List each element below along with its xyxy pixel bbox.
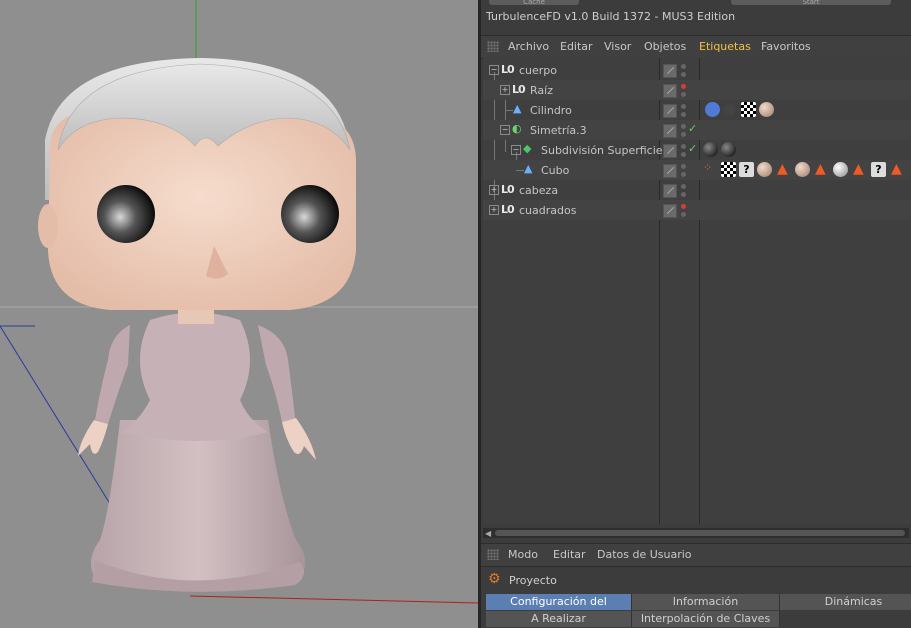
enabled-check-icon[interactable]: ✓	[688, 142, 697, 155]
list-item[interactable]: ▲ Cubo ⁘ ? ▲ ▲ ▲ ? ▲	[483, 160, 911, 180]
menu-editar-attr[interactable]: Editar	[553, 548, 586, 561]
tab-a-realizar[interactable]: A Realizar	[486, 611, 632, 627]
horizontal-scrollbar[interactable]: ◀	[483, 528, 909, 538]
editor-visibility-dot[interactable]	[681, 84, 686, 89]
null-icon: L0	[501, 203, 515, 216]
tab-dinamicas[interactable]: Dinámicas	[780, 594, 911, 610]
list-item[interactable]: − L0 cuerpo	[483, 60, 911, 80]
top-button-strip: Cache Start	[481, 0, 911, 7]
cache-button[interactable]: Cache	[489, 0, 579, 5]
grip-icon[interactable]	[487, 549, 499, 560]
material-tag-icon[interactable]	[795, 162, 810, 177]
list-item[interactable]: ▲ Cilindro	[483, 100, 911, 120]
grip-icon[interactable]	[487, 41, 499, 52]
attribute-menubar: Modo Editar Datos de Usuario	[481, 543, 911, 567]
left-eye	[97, 185, 155, 243]
render-visibility-dot[interactable]	[681, 92, 686, 97]
scroll-left-icon[interactable]: ◀	[485, 529, 491, 538]
list-item[interactable]: + L0 Raíz	[483, 80, 911, 100]
right-eye	[281, 185, 339, 243]
selection-tag-icon[interactable]: ▲	[853, 161, 864, 177]
expand-icon[interactable]: +	[489, 185, 499, 195]
material-tag-icon[interactable]	[757, 162, 772, 177]
object-name: cabeza	[519, 184, 559, 197]
object-name: Cilindro	[530, 104, 572, 117]
object-name: Subdivisión Superficie	[541, 144, 663, 157]
right-panel: Cache Start TurbulenceFD v1.0 Build 1372…	[481, 0, 911, 628]
plugin-title: TurbulenceFD v1.0 Build 1372 - MUS3 Edit…	[486, 10, 736, 23]
object-name: Cubo	[541, 164, 570, 177]
menu-etiquetas[interactable]: Etiquetas	[699, 40, 751, 53]
attr-title: Proyecto	[509, 574, 557, 587]
layer-toggle[interactable]	[663, 204, 677, 218]
enabled-check-icon[interactable]: ✓	[688, 122, 697, 135]
object-name: cuadrados	[519, 204, 577, 217]
layer-toggle[interactable]	[663, 144, 677, 158]
render-visibility-dot[interactable]	[681, 72, 686, 77]
tab-informacion[interactable]: Información	[632, 594, 780, 610]
figure-render	[0, 0, 478, 604]
layer-toggle[interactable]	[663, 124, 677, 138]
polygon-icon: ▲	[524, 162, 533, 175]
layer-toggle[interactable]	[663, 184, 677, 198]
texture-tag-icon[interactable]	[721, 162, 736, 177]
tab-interpolacion-claves[interactable]: Interpolación de Claves	[632, 611, 780, 627]
layer-toggle[interactable]	[663, 104, 677, 118]
viewport-3d[interactable]	[0, 0, 478, 628]
material-tag-icon[interactable]	[759, 102, 774, 117]
null-icon: L0	[501, 63, 515, 76]
list-item[interactable]: + L0 cabeza	[483, 180, 911, 200]
list-item[interactable]: + L0 cuadrados	[483, 200, 911, 220]
expand-icon[interactable]: +	[500, 85, 510, 95]
material-tag-icon[interactable]	[833, 162, 848, 177]
attribute-manager: Modo Editar Datos de Usuario ⚙ Proyecto …	[481, 543, 911, 628]
menu-editar[interactable]: Editar	[560, 40, 593, 53]
selection-tag-icon[interactable]: ▲	[815, 161, 826, 177]
collapse-icon[interactable]: −	[500, 125, 510, 135]
layer-toggle[interactable]	[663, 84, 677, 98]
object-name: Simetría.3	[530, 124, 587, 137]
menu-datos-usuario[interactable]: Datos de Usuario	[597, 548, 692, 561]
list-item[interactable]: − ◆ Subdivisión Superficie ✓	[483, 140, 911, 160]
object-manager-menubar: Archivo Editar Visor Objetos Etiquetas F…	[481, 35, 911, 59]
vertex-map-icon[interactable]: ⁘	[703, 161, 712, 174]
unknown-tag-icon[interactable]: ?	[871, 162, 886, 177]
selection-tag-icon[interactable]: ▲	[891, 161, 902, 177]
polygon-icon: ▲	[513, 102, 522, 115]
material-tag-icon[interactable]	[703, 142, 718, 157]
scroll-thumb[interactable]	[495, 530, 905, 536]
null-icon: L0	[512, 83, 526, 96]
unknown-tag-icon[interactable]: ?	[739, 162, 754, 177]
menu-objetos[interactable]: Objetos	[644, 40, 686, 53]
menu-visor[interactable]: Visor	[604, 40, 631, 53]
object-name: Raíz	[530, 84, 553, 97]
null-icon: L0	[501, 183, 515, 196]
list-item[interactable]: − ◐ Simetría.3 ✓	[483, 120, 911, 140]
symmetry-icon: ◐	[512, 122, 522, 135]
collapse-icon[interactable]: −	[489, 65, 499, 75]
x-axis-line	[189, 595, 478, 604]
material-tag-icon[interactable]	[721, 142, 736, 157]
collapse-icon[interactable]: −	[511, 145, 521, 155]
menu-modo[interactable]: Modo	[508, 548, 538, 561]
subdivision-icon: ◆	[523, 142, 532, 155]
selection-tag-icon[interactable]: ▲	[777, 161, 788, 177]
menu-favoritos[interactable]: Favoritos	[761, 40, 811, 53]
smoothing-tag-icon[interactable]	[723, 104, 735, 116]
object-name: cuerpo	[519, 64, 558, 77]
phong-tag-icon[interactable]	[705, 102, 720, 117]
start-button[interactable]: Start	[731, 0, 891, 5]
menu-archivo[interactable]: Archivo	[508, 40, 549, 53]
object-list[interactable]: − L0 cuerpo + L0 Raíz ▲ Cilindro − ◐ Sim…	[483, 58, 911, 524]
tab-configuracion-proyecto[interactable]: Configuración del Proyecto	[486, 594, 632, 624]
expand-icon[interactable]: +	[489, 205, 499, 215]
layer-toggle[interactable]	[663, 164, 677, 178]
project-icon: ⚙	[488, 571, 501, 587]
editor-visibility-dot[interactable]	[681, 64, 686, 69]
layer-toggle[interactable]	[663, 64, 677, 78]
texture-tag-icon[interactable]	[741, 102, 756, 117]
